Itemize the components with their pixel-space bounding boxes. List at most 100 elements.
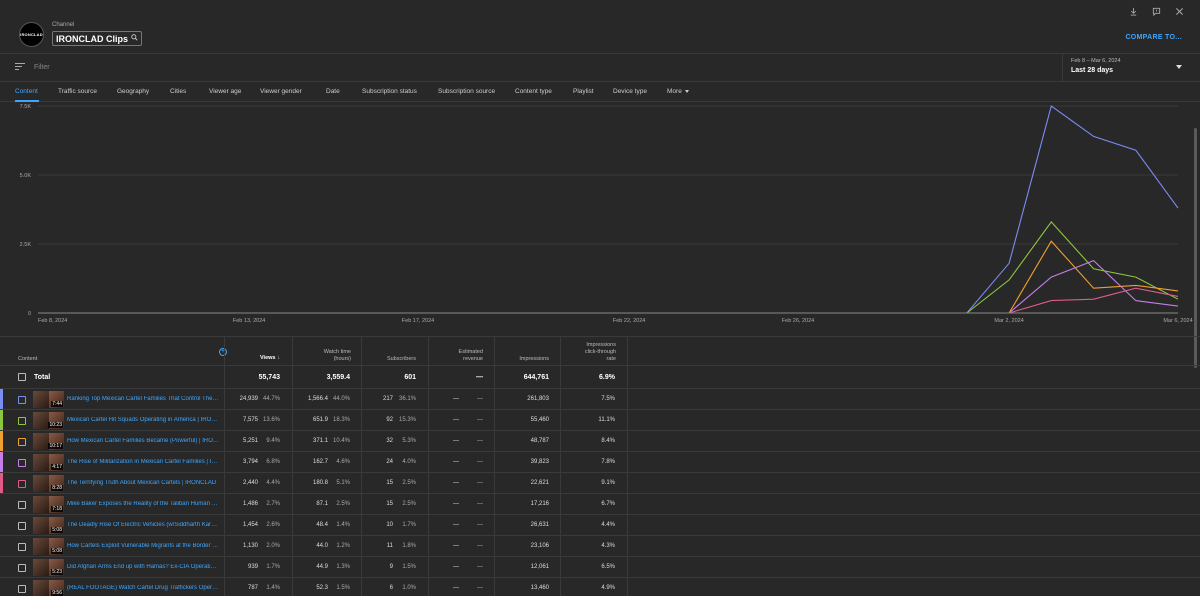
- header-impressions[interactable]: Impressions: [495, 356, 549, 363]
- table-row[interactable]: 8:28 The Terrifying Truth About Mexican C…: [0, 473, 1200, 494]
- row-checkbox[interactable]: [18, 459, 26, 467]
- tab-viewer-age[interactable]: Viewer age: [209, 88, 241, 95]
- row-checkbox[interactable]: [18, 438, 26, 446]
- channel-avatar[interactable]: IRONCLAD: [19, 22, 44, 47]
- tab-device-type[interactable]: Device type: [613, 88, 647, 95]
- total-checkbox[interactable]: [18, 373, 26, 381]
- compare-to-button[interactable]: COMPARE TO...: [1125, 34, 1182, 41]
- tab-viewer-gender[interactable]: Viewer gender: [260, 88, 302, 95]
- views-percent: 44.7%: [262, 396, 280, 402]
- search-icon[interactable]: [131, 34, 138, 43]
- views-percent: 13.6%: [262, 417, 280, 423]
- table-row[interactable]: 9:56 (REAL FOOTAGE) Watch Cartel Drug Tra…: [0, 578, 1200, 596]
- row-checkbox[interactable]: [18, 564, 26, 572]
- tab-subscription-source[interactable]: Subscription source: [438, 88, 495, 95]
- header-content[interactable]: Content: [18, 356, 37, 363]
- header-watch-time[interactable]: Watch time (hours): [292, 349, 351, 363]
- table-row[interactable]: 10:23 Mexican Cartel Hit Squads Operating…: [0, 410, 1200, 431]
- table-row[interactable]: 7:18 Mike Baker Exposes the Reality of th…: [0, 494, 1200, 515]
- row-checkbox[interactable]: [18, 480, 26, 488]
- table-row[interactable]: 7:44 Ranking Top Mexican Cartel Families …: [0, 389, 1200, 410]
- tab-date[interactable]: Date: [326, 88, 340, 95]
- tab-content-type[interactable]: Content type: [515, 88, 552, 95]
- views-value: 939: [247, 564, 258, 570]
- row-checkbox[interactable]: [18, 585, 26, 593]
- line-chart: 0 2.5K 5.0K 7.5K Feb 8, 2024 Feb 13, 2024 Feb …: [0, 102, 1200, 338]
- table-row[interactable]: 5:23 Did Afghan Arms End up with Hamas? E…: [0, 557, 1200, 578]
- row-checkbox[interactable]: [18, 543, 26, 551]
- tab-more[interactable]: More: [667, 88, 689, 95]
- video-title-link[interactable]: The Rise of Militarization in Mexican Ca…: [67, 459, 219, 465]
- channel-selector[interactable]: IRONCLAD Clips: [52, 31, 142, 46]
- series-color-bar: [0, 410, 3, 430]
- x-tick-label: Mar 6, 2024: [1163, 318, 1192, 324]
- video-title-link[interactable]: Mike Baker Exposes the Reality of the Ta…: [67, 501, 219, 507]
- filter-icon[interactable]: [15, 63, 25, 71]
- video-thumbnail[interactable]: 9:56: [33, 580, 64, 596]
- video-title-link[interactable]: The Deadly Rise Of Electric Vehicles (w/…: [67, 522, 219, 528]
- series-color-bar: [0, 389, 3, 409]
- video-title-link[interactable]: (REAL FOOTAGE) Watch Cartel Drug Traffic…: [67, 585, 219, 591]
- scrollbar[interactable]: [1194, 128, 1197, 368]
- video-thumbnail[interactable]: 7:18: [33, 496, 64, 513]
- header-revenue[interactable]: Estimated revenue: [430, 349, 483, 363]
- views-percent: 2.7%: [266, 501, 280, 507]
- subscribers-value: 24: [386, 459, 393, 465]
- video-thumbnail[interactable]: 5:08: [33, 538, 64, 555]
- tab-content[interactable]: Content: [15, 88, 38, 95]
- video-thumbnail[interactable]: 7:44: [33, 391, 64, 408]
- header-views[interactable]: Views ↓: [232, 355, 280, 362]
- date-range-selector[interactable]: Feb 8 – Mar 6, 2024 Last 28 days: [1062, 54, 1188, 82]
- tab-playlist[interactable]: Playlist: [573, 88, 594, 95]
- row-checkbox[interactable]: [18, 501, 26, 509]
- video-thumbnail[interactable]: 5:08: [33, 517, 64, 534]
- revenue-value: —: [453, 522, 459, 528]
- filter-input[interactable]: Filter: [34, 64, 50, 71]
- subscribers-percent: 15.3%: [398, 417, 416, 423]
- download-icon[interactable]: [1128, 6, 1139, 17]
- table-row[interactable]: 4:17 The Rise of Militarization in Mexica…: [0, 452, 1200, 473]
- video-title-link[interactable]: Did Afghan Arms End up with Hamas? Ex-CI…: [67, 564, 219, 570]
- subscribers-value: 32: [386, 438, 393, 444]
- video-title-link[interactable]: How Mexican Cartel Families Became (Powe…: [67, 438, 219, 444]
- table-row[interactable]: 5:08 The Deadly Rise Of Electric Vehicles…: [0, 515, 1200, 536]
- header-ctr[interactable]: Impressions click-through rate: [562, 342, 616, 363]
- feedback-icon[interactable]: [1151, 6, 1162, 17]
- row-checkbox[interactable]: [18, 417, 26, 425]
- subscribers-value: 10: [386, 522, 393, 528]
- video-thumbnail[interactable]: 10:17: [33, 433, 64, 450]
- video-title-link[interactable]: The Terrifying Truth About Mexican Carte…: [67, 480, 219, 486]
- close-icon[interactable]: [1174, 6, 1185, 17]
- video-title-link[interactable]: How Cartels Exploit Vulnerable Migrants …: [67, 543, 219, 549]
- table-header: Content + Views ↓ Watch time (hours) Subs…: [0, 336, 1200, 366]
- series-line: [38, 259, 1179, 314]
- row-checkbox[interactable]: [18, 522, 26, 530]
- tab-traffic-source[interactable]: Traffic source: [58, 88, 97, 95]
- column-divider: [560, 336, 561, 596]
- views-percent: 6.8%: [266, 459, 280, 465]
- video-title-link[interactable]: Ranking Top Mexican Cartel Families That…: [67, 396, 219, 402]
- video-thumbnail[interactable]: 8:28: [33, 475, 64, 492]
- row-checkbox[interactable]: [18, 396, 26, 404]
- watch-time-percent: 10.4%: [332, 438, 350, 444]
- ctr-value: 6.7%: [601, 501, 615, 507]
- total-label: Total: [34, 374, 51, 381]
- tab-cities[interactable]: Cities: [170, 88, 186, 95]
- revenue-percent: —: [477, 396, 483, 402]
- chevron-down-icon: [684, 89, 689, 93]
- tab-geography[interactable]: Geography: [117, 88, 149, 95]
- video-thumbnail[interactable]: 10:23: [33, 412, 64, 429]
- x-tick-label: Feb 22, 2024: [613, 318, 645, 324]
- table-row[interactable]: 5:08 How Cartels Exploit Vulnerable Migra…: [0, 536, 1200, 557]
- header-subscribers[interactable]: Subscribers: [362, 356, 416, 363]
- video-title-link[interactable]: Mexican Cartel Hit Squads Operating in A…: [67, 417, 219, 423]
- views-value: 1,454: [242, 522, 258, 528]
- video-thumbnail[interactable]: 5:23: [33, 559, 64, 576]
- table-row[interactable]: 10:17 How Mexican Cartel Families Became …: [0, 431, 1200, 452]
- ctr-value: 4.3%: [601, 543, 615, 549]
- header-ctr-line1: Impressions: [586, 342, 616, 348]
- tab-subscription-status[interactable]: Subscription status: [362, 88, 417, 95]
- video-duration: 10:23: [48, 422, 63, 428]
- add-metric-icon[interactable]: +: [219, 348, 227, 356]
- video-thumbnail[interactable]: 4:17: [33, 454, 64, 471]
